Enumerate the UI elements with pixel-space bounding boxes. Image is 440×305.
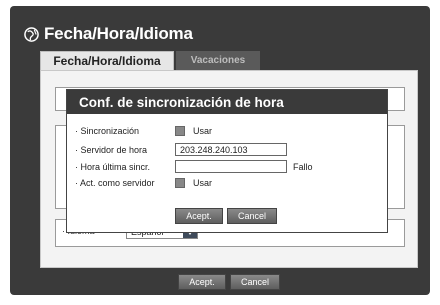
tab-fecha-hora-idioma[interactable]: Fecha/Hora/Idioma [40,51,174,70]
sync-label: · Sincronización [75,126,140,136]
time-server-field[interactable]: 203.248.240.103 [175,143,287,156]
act-server-checkbox[interactable] [175,178,185,188]
last-sync-field [175,160,287,173]
cancel-button[interactable]: Cancel [230,274,280,290]
accept-button[interactable]: Acept. [178,274,226,290]
dialog-buttons: Acept. Cancel [175,208,277,224]
globe-icon [24,26,39,42]
time-server-row: · Servidor de hora 203.248.240.103 [75,143,287,156]
act-server-label: · Act. como servidor [75,178,155,188]
last-sync-status: Fallo [293,161,313,172]
act-server-row: · Act. como servidor Usar [75,178,212,188]
footer-buttons: Acept. Cancel [0,274,440,290]
sync-row: · Sincronización Usar [75,126,212,136]
page-title: Fecha/Hora/Idioma [44,24,193,43]
dialog-accept-button[interactable]: Acept. [175,208,223,224]
dialog-title: Conf. de sincronización de hora [67,90,387,114]
act-server-checkbox-text: Usar [193,178,213,188]
time-server-label: · Servidor de hora [75,144,148,155]
sync-checkbox[interactable] [175,126,185,136]
sync-checkbox-text: Usar [193,126,213,136]
last-sync-label: · Hora última sincr. [75,161,151,172]
last-sync-row: · Hora última sincr. Fallo [75,160,313,173]
tab-vacaciones[interactable]: Vacaciones [176,51,260,70]
dialog-cancel-button[interactable]: Cancel [227,208,277,224]
window-header: Fecha/Hora/Idioma [24,24,193,44]
time-sync-dialog: Conf. de sincronización de hora · Sincro… [66,89,388,233]
